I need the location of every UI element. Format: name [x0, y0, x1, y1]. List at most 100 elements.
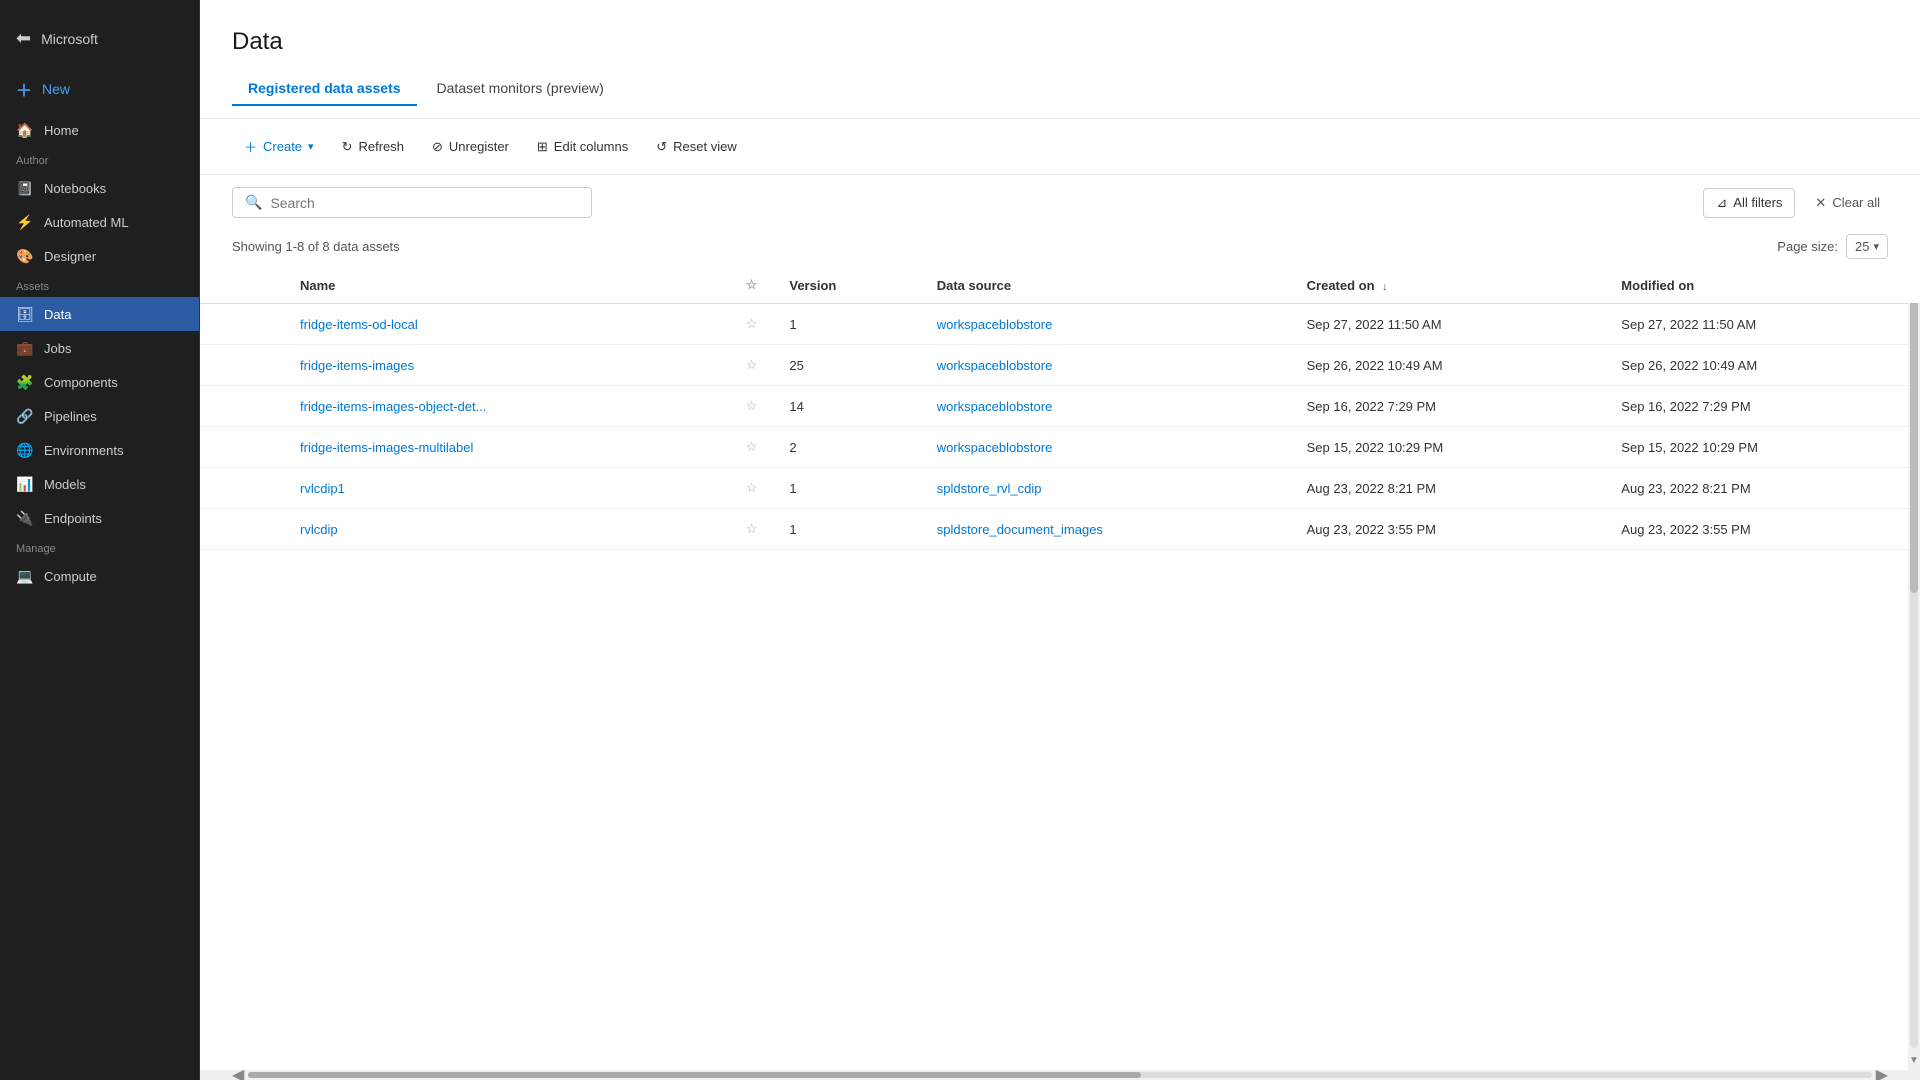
row-star-cell[interactable]: ☆: [730, 509, 774, 550]
toolbar: ＋ Create ▾ ↻ Refresh ⊘ Unregister ⊞ Edit…: [200, 119, 1920, 175]
sidebar: ⬅ Microsoft ＋ New 🏠 Home Author 📓 Notebo…: [0, 0, 200, 1080]
col-name[interactable]: Name: [240, 267, 730, 304]
table-row: fridge-items-od-local ☆ 1 workspaceblobs…: [200, 304, 1920, 345]
sidebar-item-endpoints[interactable]: 🔌 Endpoints: [0, 501, 199, 535]
vertical-scrollbar[interactable]: ▲ ▼: [1908, 267, 1920, 1070]
row-created-cell: Aug 23, 2022 3:55 PM: [1291, 509, 1606, 550]
models-icon: 📊: [16, 475, 34, 493]
search-filter-row: 🔍 ⊿ All filters ✕ Clear all: [200, 175, 1920, 230]
sidebar-item-compute[interactable]: 💻 Compute: [0, 559, 199, 593]
unregister-button[interactable]: ⊘ Unregister: [420, 133, 521, 161]
new-button[interactable]: ＋ New: [0, 69, 199, 109]
row-modified-cell: Sep 27, 2022 11:50 AM: [1605, 304, 1920, 345]
tab-registered-data-assets[interactable]: Registered data assets: [232, 72, 417, 106]
table-container: Name ☆ Version Data source Created on ↓ …: [200, 267, 1920, 1070]
row-star-cell[interactable]: ☆: [730, 304, 774, 345]
sidebar-item-components[interactable]: 🧩 Components: [0, 365, 199, 399]
horizontal-scrollbar[interactable]: ◀ ▶: [200, 1070, 1920, 1080]
main-header: Data Registered data assets Dataset moni…: [200, 0, 1920, 119]
col-datasource: Data source: [921, 267, 1291, 304]
section-label-manage: Manage: [0, 535, 199, 559]
scroll-track: [248, 1072, 1871, 1078]
data-icon: 🗄: [16, 305, 34, 323]
reset-view-button[interactable]: ↺ Reset view: [644, 133, 748, 161]
table-meta: Showing 1-8 of 8 data assets Page size: …: [200, 230, 1920, 267]
scroll-thumb[interactable]: [1910, 289, 1918, 593]
row-datasource-cell[interactable]: workspaceblobstore: [921, 304, 1291, 345]
col-created-on[interactable]: Created on ↓: [1291, 267, 1606, 304]
row-name-cell[interactable]: fridge-items-images-multilabel: [240, 427, 730, 468]
row-datasource-cell[interactable]: spldstore_rvl_cdip: [921, 468, 1291, 509]
row-checkbox-cell: [200, 345, 240, 386]
row-checkbox-cell: [200, 427, 240, 468]
environments-icon: 🌐: [16, 441, 34, 459]
sidebar-item-label: Automated ML: [44, 215, 129, 230]
col-checkbox: [200, 267, 240, 304]
table-row: fridge-items-images-object-det... ☆ 14 w…: [200, 386, 1920, 427]
row-datasource-cell[interactable]: workspaceblobstore: [921, 345, 1291, 386]
row-star-cell[interactable]: ☆: [730, 386, 774, 427]
filter-area: ⊿ All filters ✕ Clear all: [1703, 188, 1888, 218]
row-created-cell: Sep 27, 2022 11:50 AM: [1291, 304, 1606, 345]
columns-icon: ⊞: [537, 139, 548, 155]
search-box[interactable]: 🔍: [232, 187, 592, 218]
page-size-label: Page size:: [1777, 239, 1838, 254]
page-size-value: 25: [1855, 239, 1869, 254]
search-input[interactable]: [270, 195, 579, 211]
scroll-down-button[interactable]: ▼: [1908, 1050, 1920, 1070]
sidebar-item-jobs[interactable]: 💼 Jobs: [0, 331, 199, 365]
components-icon: 🧩: [16, 373, 34, 391]
sidebar-item-automated-ml[interactable]: ⚡ Automated ML: [0, 205, 199, 239]
row-name-cell[interactable]: fridge-items-images-object-det...: [240, 386, 730, 427]
sort-arrow-icon: ↓: [1382, 281, 1388, 293]
automated-ml-icon: ⚡: [16, 213, 34, 231]
row-checkbox-cell: [200, 304, 240, 345]
designer-icon: 🎨: [16, 247, 34, 265]
notebooks-icon: 📓: [16, 179, 34, 197]
row-name-cell[interactable]: rvlcdip: [240, 509, 730, 550]
edit-columns-button[interactable]: ⊞ Edit columns: [525, 133, 640, 161]
row-datasource-cell[interactable]: workspaceblobstore: [921, 427, 1291, 468]
sidebar-item-pipelines[interactable]: 🔗 Pipelines: [0, 399, 199, 433]
page-size-select[interactable]: 25 ▾: [1846, 234, 1888, 259]
row-datasource-cell[interactable]: spldstore_document_images: [921, 509, 1291, 550]
sidebar-item-data[interactable]: 🗄 Data: [0, 297, 199, 331]
all-filters-button[interactable]: ⊿ All filters: [1703, 188, 1795, 218]
row-version-cell: 25: [773, 345, 920, 386]
plus-icon: ＋: [244, 137, 257, 156]
row-modified-cell: Aug 23, 2022 3:55 PM: [1605, 509, 1920, 550]
row-created-cell: Sep 16, 2022 7:29 PM: [1291, 386, 1606, 427]
row-star-cell[interactable]: ☆: [730, 345, 774, 386]
sidebar-item-notebooks[interactable]: 📓 Notebooks: [0, 171, 199, 205]
page-size-area: Page size: 25 ▾: [1777, 234, 1888, 259]
row-name-cell[interactable]: fridge-items-od-local: [240, 304, 730, 345]
sidebar-item-label: Designer: [44, 249, 96, 264]
refresh-button[interactable]: ↻ Refresh: [330, 133, 416, 161]
create-button[interactable]: ＋ Create ▾: [232, 131, 326, 162]
scroll-thumb[interactable]: [248, 1072, 1141, 1078]
sidebar-item-designer[interactable]: 🎨 Designer: [0, 239, 199, 273]
sidebar-item-label: Jobs: [44, 341, 71, 356]
data-table: Name ☆ Version Data source Created on ↓ …: [200, 267, 1920, 550]
sidebar-item-environments[interactable]: 🌐 Environments: [0, 433, 199, 467]
sidebar-item-models[interactable]: 📊 Models: [0, 467, 199, 501]
sidebar-item-label: Home: [44, 123, 79, 138]
row-name-cell[interactable]: fridge-items-images: [240, 345, 730, 386]
reset-icon: ↺: [656, 139, 667, 155]
row-version-cell: 2: [773, 427, 920, 468]
row-checkbox-cell: [200, 468, 240, 509]
sidebar-item-home[interactable]: 🏠 Home: [0, 113, 199, 147]
row-datasource-cell[interactable]: workspaceblobstore: [921, 386, 1291, 427]
row-star-cell[interactable]: ☆: [730, 427, 774, 468]
clear-all-button[interactable]: ✕ Clear all: [1807, 189, 1888, 217]
scroll-track: [1910, 289, 1918, 1048]
row-modified-cell: Aug 23, 2022 8:21 PM: [1605, 468, 1920, 509]
showing-text: Showing 1-8 of 8 data assets: [232, 239, 400, 254]
refresh-icon: ↻: [342, 139, 353, 155]
section-label-assets: Assets: [0, 273, 199, 297]
section-label-author: Author: [0, 147, 199, 171]
row-name-cell[interactable]: rvlcdip1: [240, 468, 730, 509]
tab-dataset-monitors[interactable]: Dataset monitors (preview): [421, 72, 620, 106]
unregister-icon: ⊘: [432, 139, 443, 155]
row-star-cell[interactable]: ☆: [730, 468, 774, 509]
